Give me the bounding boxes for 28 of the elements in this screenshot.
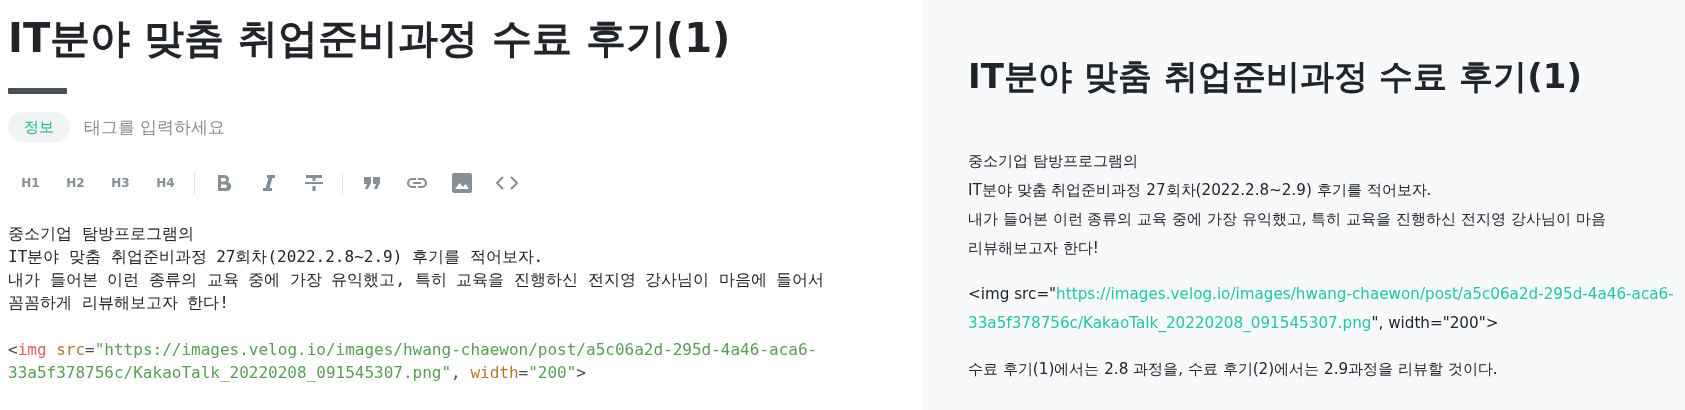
code-line: 33a5f378756c/KakaoTalk_20220208_091545307.png", width="200"> <box>8 362 587 384</box>
code-line: IT분야 맞춤 취업준비과정 27회차(2022.2.8~2.9) 후기를 적어보자. <box>8 246 545 268</box>
preview-line: <img src="https://images.velog.io/images/hwang-chaewon/post/a5c06a2d-295d-4a46-aca6- <box>968 283 1675 305</box>
quote-icon <box>363 177 380 189</box>
code-line: 꼼꼼하게 리뷰해보고자 한다! <box>8 292 230 314</box>
italic-icon <box>261 174 276 192</box>
heading-button[interactable]: H2 <box>53 166 98 200</box>
code-line: 내가 들어본 이런 종류의 교육 중에 가장 유익했고, 특히 교육을 진행하신 전지영 강사님이 마음에 들어서 <box>8 269 826 291</box>
preview-line: 내가 들어본 이런 종류의 교육 중에 가장 유익했고, 특히 교육을 진행하신 전지영 강사님이 마음 <box>968 208 1607 230</box>
title-field[interactable]: IT분야 맞춤 취업준비과정 수료 후기(1) <box>8 14 921 62</box>
preview-line: 리뷰해보고자 한다! <box>968 237 1100 259</box>
heading-button[interactable]: H1 <box>8 166 53 200</box>
image-icon <box>451 173 472 193</box>
code-line: <img src="https://images.velog.io/images/hwang-chaewon/post/a5c06a2d-295d-4a46-aca6- <box>8 339 819 361</box>
link-icon <box>405 177 428 189</box>
preview-line: 수료 후기(1)에서는 2.8 과정을, 수료 후기(2)에서는 2.9과정을 리뷰할 것이다. <box>968 358 1499 380</box>
preview-title: IT분야 맞춤 취업준비과정 수료 후기(1) <box>968 56 1583 97</box>
preview-line: 중소기업 탐방프로그램의 <box>968 150 1139 172</box>
code-icon <box>495 176 518 190</box>
code-line: 중소기업 탐방프로그램의 <box>8 223 195 245</box>
preview-line: IT분야 맞춤 취업준비과정 27회차(2022.2.8~2.9) 후기를 적어보자. <box>968 179 1433 201</box>
tag-chip[interactable]: 정보 <box>8 112 70 142</box>
heading-button[interactable]: H3 <box>98 166 143 200</box>
bold-icon <box>215 174 232 192</box>
preview-line: 33a5f378756c/KakaoTalk_20220208_091545307.png", width="200"> <box>968 312 1500 334</box>
strikethrough-icon <box>303 174 324 192</box>
tag-input[interactable]: 태그를 입력하세요 <box>84 117 384 137</box>
heading-button[interactable]: H4 <box>143 166 188 200</box>
